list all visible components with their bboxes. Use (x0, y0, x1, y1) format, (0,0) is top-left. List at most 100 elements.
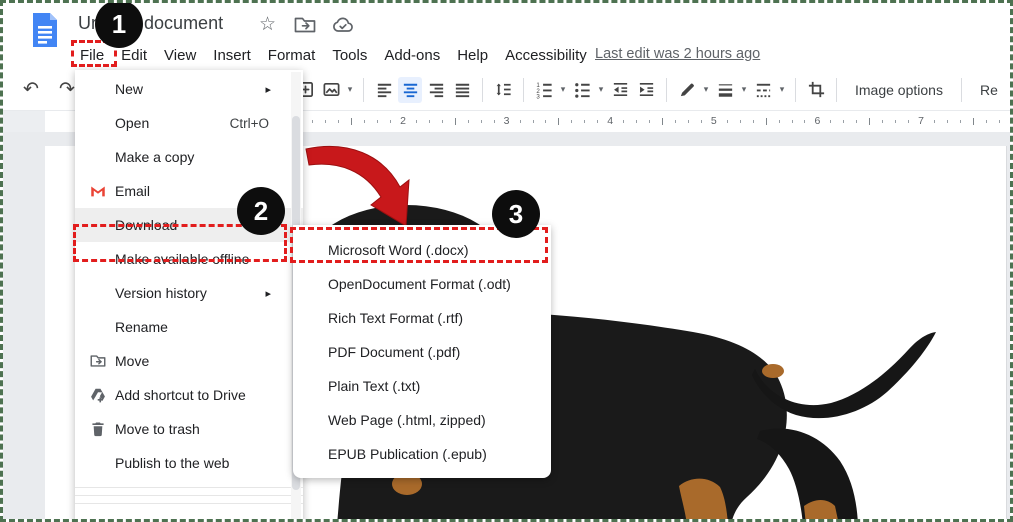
download-submenu-item-web-page-html-zipped[interactable]: Web Page (.html, zipped) (293, 403, 551, 437)
align-left-icon[interactable] (372, 77, 396, 103)
ruler-tick (882, 120, 883, 123)
border-color-dropdown-icon[interactable]: ▾ (701, 84, 711, 95)
menu-item-label: Download (115, 217, 177, 233)
menu-item-label: Make a copy (115, 149, 194, 165)
trash-icon (89, 419, 115, 439)
menu-item-icon-empty (89, 113, 115, 133)
ruler-tick (753, 120, 754, 123)
increase-indent-icon[interactable] (634, 77, 658, 103)
menu-item-label: New (115, 81, 143, 97)
download-submenu-item-epub-publication-epub[interactable]: EPUB Publication (.epub) (293, 437, 551, 471)
titlebar: Untitled document ☆ FileEditViewInsertFo… (3, 3, 1010, 69)
menu-item-icon-empty (89, 317, 115, 337)
ruler-tick (416, 120, 417, 123)
download-submenu-item-microsoft-word-docx[interactable]: Microsoft Word (.docx) (293, 233, 551, 267)
ruler-tick (830, 120, 831, 123)
menu-item-label: Make available offline (115, 251, 249, 267)
download-submenu: Microsoft Word (.docx)OpenDocument Forma… (293, 225, 551, 478)
menubar-item-tools[interactable]: Tools (330, 46, 369, 65)
ruler-tick (908, 120, 909, 123)
menubar-item-format[interactable]: Format (266, 46, 318, 65)
file-menu-item-publish-to-the-web[interactable]: Publish to the web (75, 446, 303, 480)
last-edit-link[interactable]: Last edit was 2 hours ago (595, 46, 760, 62)
menubar-item-view[interactable]: View (162, 46, 198, 65)
move-folder-icon[interactable] (293, 15, 317, 35)
ruler-tick (442, 120, 443, 123)
bulleted-list-dropdown-icon[interactable]: ▾ (596, 84, 606, 95)
menubar-item-file[interactable]: File (78, 46, 106, 65)
menubar-item-edit[interactable]: Edit (119, 46, 149, 65)
ruler-tick (494, 120, 495, 123)
file-menu-item-version-history[interactable]: Version history▸ (75, 276, 303, 310)
menu-item-label: Open (115, 115, 149, 131)
ruler-tick (934, 120, 935, 123)
ruler-tick (481, 120, 482, 123)
file-menu-item-rename[interactable]: Rename (75, 310, 303, 344)
ruler-tick (843, 120, 844, 123)
numbered-list-icon[interactable]: 123 (532, 77, 556, 103)
border-dash-icon[interactable] (751, 77, 775, 103)
file-menu-item-move[interactable]: Move (75, 344, 303, 378)
ruler-tick (429, 120, 430, 123)
ruler-tick (351, 118, 352, 125)
download-submenu-item-opendocument-format-odt[interactable]: OpenDocument Format (.odt) (293, 267, 551, 301)
ruler-tick (947, 120, 948, 123)
insert-image-dropdown-icon[interactable]: ▾ (345, 84, 355, 95)
file-menu-item-open[interactable]: OpenCtrl+O (75, 106, 303, 140)
annotation-badge-3: 3 (492, 190, 540, 238)
ruler-tick (312, 120, 313, 123)
ruler-tick (662, 118, 663, 125)
file-menu-item-move-to-trash[interactable]: Move to trash (75, 412, 303, 446)
file-menu-item-new[interactable]: New ▸ (75, 72, 303, 106)
decrease-indent-icon[interactable] (608, 77, 632, 103)
file-menu-item-make-available-offline[interactable]: Make available offline (75, 242, 303, 276)
border-weight-dropdown-icon[interactable]: ▾ (739, 84, 749, 95)
ruler-tick (533, 120, 534, 123)
menubar-item-insert[interactable]: Insert (211, 46, 253, 65)
replace-image-button[interactable]: Re (970, 82, 1008, 98)
file-menu-item-add-shortcut-to-drive[interactable]: Add shortcut to Drive (75, 378, 303, 412)
insert-image-icon[interactable] (319, 77, 343, 103)
submenu-arrow-icon: ▸ (265, 83, 271, 96)
line-spacing-icon[interactable] (491, 77, 515, 103)
numbered-list-dropdown-icon[interactable]: ▾ (558, 84, 568, 95)
undo-icon[interactable]: ↶ (19, 77, 43, 103)
menubar-item-accessibility[interactable]: Accessibility (503, 46, 589, 65)
ruler-tick (740, 120, 741, 123)
border-dash-dropdown-icon[interactable]: ▾ (777, 84, 787, 95)
border-color-icon[interactable] (675, 77, 699, 103)
menu-item-icon-empty (89, 453, 115, 473)
bulleted-list-icon[interactable] (570, 77, 594, 103)
ruler-number-5: 5 (711, 115, 717, 127)
download-submenu-item-rich-text-format-rtf[interactable]: Rich Text Format (.rtf) (293, 301, 551, 335)
download-submenu-item-pdf-document-pdf[interactable]: PDF Document (.pdf) (293, 335, 551, 369)
align-justify-icon[interactable] (450, 77, 474, 103)
ruler-number-7: 7 (918, 115, 924, 127)
crop-icon[interactable] (804, 77, 828, 103)
image-options-button[interactable]: Image options (845, 82, 953, 98)
menu-item-label: Rename (115, 319, 168, 335)
ruler-tick (973, 118, 974, 125)
cloud-saved-icon[interactable] (331, 15, 355, 35)
menu-item-label: Publish to the web (115, 455, 229, 471)
ruler-tick (856, 120, 857, 123)
download-submenu-item-plain-text-txt[interactable]: Plain Text (.txt) (293, 369, 551, 403)
annotation-badge-2: 2 (237, 187, 285, 235)
drive-shortcut-icon (89, 385, 115, 405)
menubar-item-add-ons[interactable]: Add-ons (382, 46, 442, 65)
ruler-tick (455, 118, 456, 125)
file-menu-item-make-a-copy[interactable]: Make a copy (75, 140, 303, 174)
menu-item-icon-empty (89, 79, 115, 99)
google-docs-logo-icon[interactable] (31, 11, 59, 49)
align-center-icon[interactable] (398, 77, 422, 103)
menu-item-label: Email (115, 183, 150, 199)
star-icon[interactable]: ☆ (259, 14, 276, 36)
ruler-tick (597, 120, 598, 123)
ruler-tick (688, 120, 689, 123)
ruler-number-6: 6 (814, 115, 820, 127)
border-weight-icon[interactable] (713, 77, 737, 103)
align-right-icon[interactable] (424, 77, 448, 103)
ruler-tick (390, 120, 391, 123)
ruler-tick (584, 120, 585, 123)
menubar-item-help[interactable]: Help (455, 46, 490, 65)
